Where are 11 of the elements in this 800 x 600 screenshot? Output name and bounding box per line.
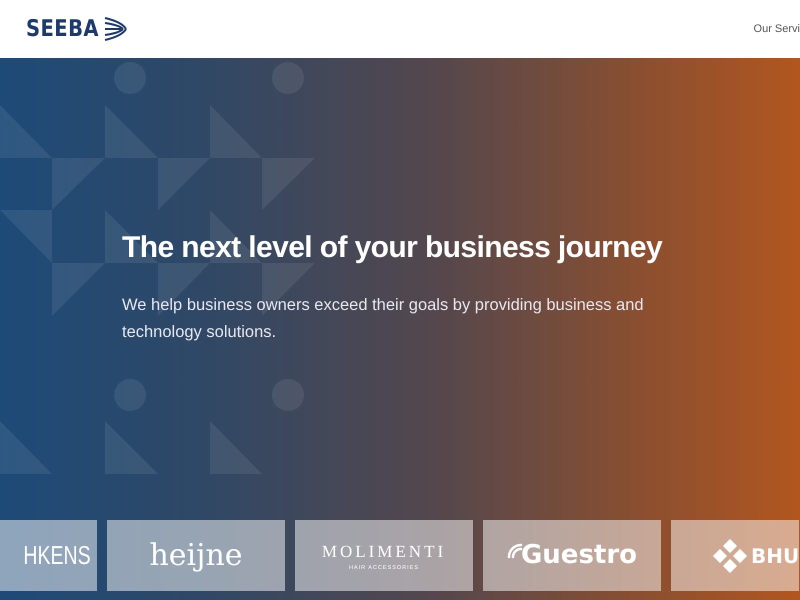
client-logo-text: HKENS [24,539,91,572]
nav-link[interactable]: Our Servi [754,20,800,38]
signal-icon [506,542,523,558]
client-logo-text: BHU [751,542,800,570]
logo-text[interactable]: SEEBA [26,12,99,46]
client-logo-text: Guestro [520,539,638,572]
client-logo-text: MOLIMENTI [322,540,446,563]
client-logo-text: heijne [149,537,243,575]
hero-subtitle: We help business owners exceed their goals by providing business and technology solutions. [122,295,645,343]
emblem-icon [713,538,747,572]
hero-title: The next level of your business journey [122,230,664,266]
